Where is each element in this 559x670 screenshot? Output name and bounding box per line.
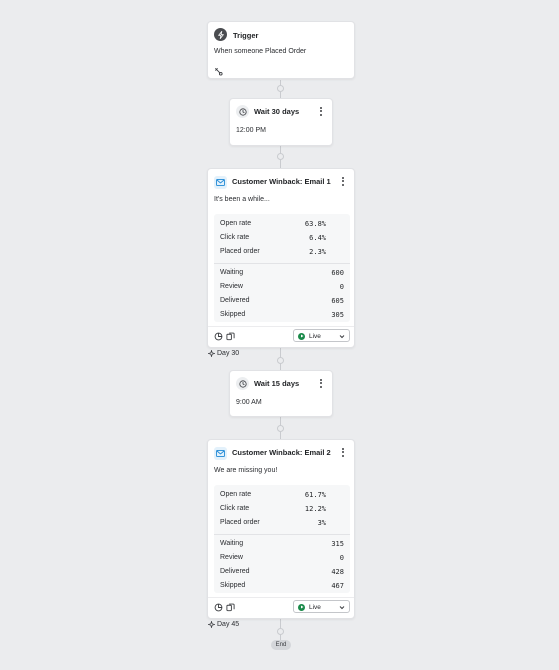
analytics-icon[interactable] <box>214 603 223 612</box>
email-card[interactable]: Customer Winback: Email 2 We are missing… <box>207 439 355 619</box>
more-options-button[interactable] <box>338 446 348 458</box>
stats-divider <box>214 263 350 264</box>
stat-row: Review 0 <box>220 554 344 562</box>
wait-card[interactable]: Wait 15 days 9:00 AM <box>229 370 333 417</box>
envelope-icon <box>214 176 227 189</box>
wait-card[interactable]: Wait 30 days 12:00 PM <box>229 98 333 146</box>
flow-connector-dot <box>277 357 284 364</box>
flow-connector-dot <box>277 425 284 432</box>
sparkle-icon <box>208 350 215 357</box>
chevron-down-icon <box>339 605 345 609</box>
status-select[interactable]: Live <box>293 329 350 342</box>
stat-row: Waiting 600 <box>220 269 344 277</box>
stat-row: Skipped 467 <box>220 582 344 590</box>
duplicate-icon[interactable] <box>226 332 235 341</box>
email-title: Customer Winback: Email 1 <box>232 177 331 186</box>
duplicate-icon[interactable] <box>226 603 235 612</box>
email-subject: It's been a while... <box>214 196 270 203</box>
live-status-icon <box>298 332 305 340</box>
wait-title: Wait 30 days <box>254 107 300 116</box>
stat-row: Skipped 305 <box>220 311 344 319</box>
wait-title: Wait 15 days <box>254 379 300 388</box>
flow-connector-dot <box>277 628 284 635</box>
stat-row: Open rate 61.7% <box>220 491 326 499</box>
stat-row: Click rate 6.4% <box>220 234 326 242</box>
stat-row: Review 0 <box>220 283 344 291</box>
status-label: Live <box>309 332 321 340</box>
flow-connector-dot <box>277 85 284 92</box>
end-node: End <box>271 640 291 650</box>
stat-row: Open rate 63.8% <box>220 220 326 228</box>
clock-icon <box>236 377 249 390</box>
day-label-text: Day 45 <box>217 621 240 628</box>
analytics-icon[interactable] <box>214 332 223 341</box>
card-footer-divider <box>208 326 354 327</box>
trigger-title: Trigger <box>233 31 259 40</box>
flow-connector-dot <box>277 153 284 160</box>
card-footer-divider <box>208 597 354 598</box>
more-options-button[interactable] <box>338 175 348 187</box>
stats-divider <box>214 534 350 535</box>
live-status-icon <box>298 603 305 611</box>
stat-row: Delivered 428 <box>220 568 344 576</box>
day-label: Day 45 <box>208 621 239 628</box>
envelope-icon <box>214 447 227 460</box>
email-stats-panel: Open rate 61.7% Click rate 12.2% Placed or… <box>214 485 350 593</box>
day-label-text: Day 30 <box>217 350 240 357</box>
stat-row: Delivered 605 <box>220 297 344 305</box>
more-options-button[interactable] <box>316 377 326 389</box>
stat-row: Placed order 2.3% <box>220 248 326 256</box>
status-label: Live <box>309 603 321 611</box>
email-card[interactable]: Customer Winback: Email 1 It's been a wh… <box>207 168 355 348</box>
email-subject: We are missing you! <box>214 467 278 474</box>
status-select[interactable]: Live <box>293 600 350 613</box>
email-title: Customer Winback: Email 2 <box>232 448 331 457</box>
stat-row: Waiting 315 <box>220 540 344 548</box>
more-options-button[interactable] <box>316 105 326 117</box>
trigger-card[interactable]: Trigger When someone Placed Order <box>207 21 355 79</box>
stat-row: Placed order 3% <box>220 519 326 527</box>
clock-icon <box>236 105 249 118</box>
chevron-down-icon <box>339 334 345 338</box>
trigger-description: When someone Placed Order <box>214 48 307 55</box>
sparkle-icon <box>208 621 215 628</box>
wait-time: 9:00 AM <box>236 399 262 406</box>
email-stats-panel: Open rate 63.8% Click rate 6.4% Placed ord… <box>214 214 350 322</box>
wait-time: 12:00 PM <box>236 127 266 134</box>
lightning-icon <box>214 28 227 41</box>
stat-row: Click rate 12.2% <box>220 505 326 513</box>
filter-link-icon[interactable] <box>214 67 223 76</box>
day-label: Day 30 <box>208 350 239 357</box>
